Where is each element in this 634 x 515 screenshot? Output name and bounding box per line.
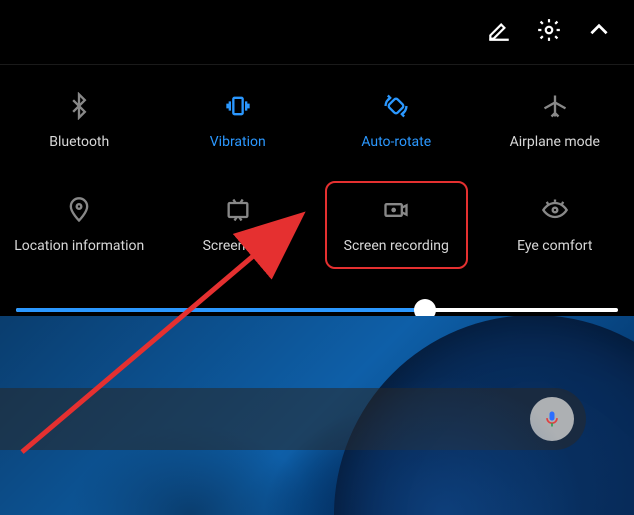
tile-vibration[interactable]: Vibration <box>159 83 318 159</box>
location-icon <box>65 196 93 224</box>
voice-search-button[interactable] <box>530 397 574 441</box>
vibration-icon <box>224 92 252 120</box>
bluetooth-icon <box>65 92 93 120</box>
quick-settings-panel: Bluetooth Vibration Auto-rotate <box>0 64 634 333</box>
search-bar[interactable] <box>0 388 586 450</box>
tile-label: Screenshot <box>203 238 273 254</box>
slider-track <box>16 308 618 312</box>
chevron-up-icon[interactable] <box>586 17 612 47</box>
tile-label: Screen recording <box>344 238 449 254</box>
gear-icon[interactable] <box>536 17 562 47</box>
edit-icon[interactable] <box>486 17 512 47</box>
eye-icon <box>541 196 569 224</box>
tile-label: Location information <box>14 238 144 254</box>
autorotate-icon <box>382 92 410 120</box>
tile-eyecomfort[interactable]: Eye comfort <box>476 187 634 263</box>
screenshot-icon <box>224 196 252 224</box>
slider-fill <box>16 308 425 312</box>
tile-autorotate[interactable]: Auto-rotate <box>317 83 476 159</box>
tile-label: Auto-rotate <box>361 134 431 150</box>
tile-label: Vibration <box>210 134 266 150</box>
screen-recording-icon <box>382 196 410 224</box>
tile-airplane[interactable]: Airplane mode <box>476 83 634 159</box>
tile-bluetooth[interactable]: Bluetooth <box>0 83 159 159</box>
wallpaper <box>0 316 634 515</box>
tile-label: Bluetooth <box>49 134 109 150</box>
airplane-icon <box>541 92 569 120</box>
tile-label: Eye comfort <box>517 238 592 254</box>
tile-screenshot[interactable]: Screenshot <box>159 187 318 263</box>
tile-label: Airplane mode <box>510 134 600 150</box>
mic-icon <box>542 409 562 429</box>
tile-location[interactable]: Location information <box>0 187 159 263</box>
tile-screenrecording[interactable]: Screen recording <box>325 181 468 269</box>
